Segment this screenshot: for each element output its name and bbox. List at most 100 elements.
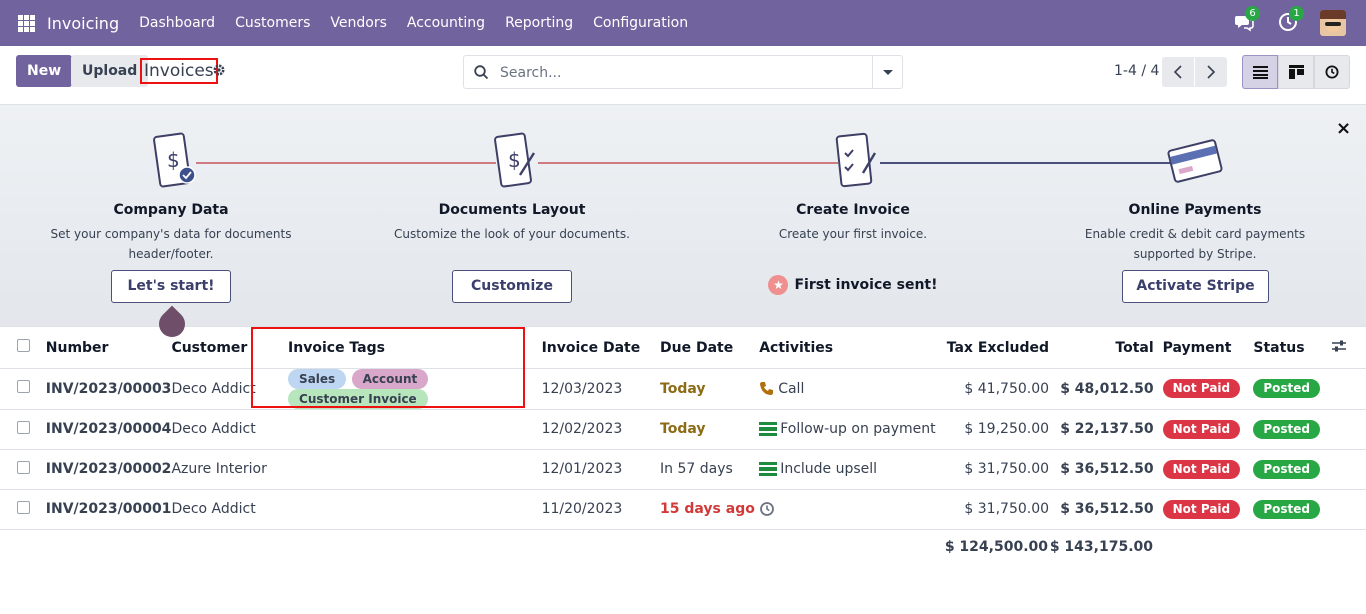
column-payment[interactable]: Payment [1153,328,1250,369]
status-badge: Posted [1253,419,1321,439]
column-tax-excluded[interactable]: Tax Excluded [937,328,1050,369]
optional-columns-toggle[interactable] [1331,328,1366,369]
caret-down-icon [883,70,893,75]
search-input[interactable] [500,62,870,84]
payment-status-badge: Not Paid [1162,499,1241,519]
payment-status-badge: Not Paid [1162,419,1241,439]
search-options-toggle[interactable] [872,56,902,88]
column-number[interactable]: Number [45,328,172,369]
menu-dashboard[interactable]: Dashboard [139,15,215,31]
table-header-row: Number Customer Invoice Tags Invoice Dat… [0,328,1366,369]
payment-status-badge: Not Paid [1162,459,1241,479]
activity[interactable]: Include upsell [759,449,938,490]
status-badge: Posted [1253,459,1321,479]
invoice-date: 12/01/2023 [541,449,661,490]
payment-status-badge: Not Paid [1162,379,1241,398]
step-description: Set your company's data for documents he… [21,224,321,264]
clock-icon[interactable] [759,501,775,517]
pager-next-button[interactable] [1195,57,1227,87]
menu-configuration[interactable]: Configuration [593,15,688,31]
pager-value[interactable]: 1-4 / 4 [1114,63,1159,79]
select-all-checkbox[interactable] [17,339,30,353]
invoice-customer: Azure Interior [171,449,274,490]
status-badge: Posted [1253,499,1321,519]
total: $ 22,137.50 [1049,409,1154,450]
activities-button[interactable]: 1 [1278,6,1304,34]
column-total[interactable]: Total [1049,328,1154,369]
kanban-view-button[interactable] [1278,55,1314,89]
step-description-line: Enable credit & debit card payments [1084,227,1306,241]
tag-sales: Sales [288,368,347,389]
money-icon [759,422,778,436]
row-checkbox[interactable] [17,460,30,474]
svg-text:$: $ [508,148,521,172]
list-view-button[interactable] [1242,55,1278,89]
step-title: Online Payments [1128,202,1262,218]
lets-start-button[interactable]: Let's start! [111,270,231,303]
step-title: Company Data [113,202,229,218]
tag-account: Account [351,368,429,389]
row-checkbox[interactable] [17,500,30,514]
gear-icon[interactable] [212,63,226,77]
table-row[interactable]: INV/2023/00002 Azure Interior 12/01/2023… [0,449,1366,490]
customize-button[interactable]: Customize [452,270,572,303]
column-customer[interactable]: Customer [171,328,274,369]
activity-view-button[interactable] [1314,55,1350,89]
chevron-right-icon [1207,65,1216,79]
svg-text:$: $ [167,148,180,172]
top-navbar: Invoicing Dashboard Customers Vendors Ac… [0,0,1366,46]
invoice-customer: Deco Addict [171,489,274,530]
menu-customers[interactable]: Customers [235,15,310,31]
status-badge: Posted [1253,379,1321,398]
due-date: In 57 days [660,449,760,490]
column-due-date[interactable]: Due Date [660,328,760,369]
column-invoice-tags[interactable]: Invoice Tags [273,328,542,369]
sum-total: $ 143,175.00 [1049,539,1153,555]
activity[interactable] [759,489,938,530]
menu-accounting[interactable]: Accounting [407,15,485,31]
activate-stripe-button[interactable]: Activate Stripe [1122,270,1269,303]
close-onboarding-icon[interactable]: × [1336,118,1351,139]
step-connector [880,162,1172,164]
activity[interactable]: Follow-up on payment [759,409,938,450]
column-status[interactable]: Status [1249,328,1332,369]
step-description-line: Set your company's data for documents [50,227,292,241]
upload-button[interactable]: Upload [71,55,149,87]
phone-icon [760,381,774,395]
app-title[interactable]: Invoicing [47,14,119,33]
menu-reporting[interactable]: Reporting [505,15,573,31]
step-description-line: supported by Stripe. [1133,247,1257,261]
step-connector [196,162,496,164]
due-date: Today [660,368,760,410]
activity[interactable]: Call [759,368,938,410]
invoice-number: INV/2023/00004 [45,409,172,450]
menu-vendors[interactable]: Vendors [330,15,386,31]
row-checkbox[interactable] [17,420,30,434]
due-date: Today [660,409,760,450]
money-icon [759,462,778,476]
invoice-number: INV/2023/00003 [45,368,172,410]
activities-count-badge: 1 [1289,6,1304,21]
pager-previous-button[interactable] [1162,57,1194,87]
invoice-tags: Sales Account Customer Invoice [273,368,542,410]
messages-button[interactable]: 6 [1234,6,1260,34]
invoice-tags [273,449,542,490]
new-button[interactable]: New [16,55,73,87]
user-avatar[interactable] [1320,10,1346,36]
row-checkbox[interactable] [17,380,30,393]
table-row[interactable]: INV/2023/00001 Deco Addict 11/20/2023 15… [0,489,1366,530]
table-row[interactable]: INV/2023/00004 Deco Addict 12/02/2023 To… [0,409,1366,450]
step-description-line: Customize the look of your documents. [394,227,630,241]
list-icon [1253,66,1268,79]
apps-menu-icon[interactable] [18,14,35,32]
tax-excluded: $ 19,250.00 [937,409,1050,450]
table-row[interactable]: INV/2023/00003 Deco Addict Sales Account… [0,368,1366,410]
column-activities[interactable]: Activities [759,328,938,369]
invoice-date: 12/02/2023 [541,409,661,450]
search-bar [463,55,903,89]
invoice-number: INV/2023/00001 [45,489,172,530]
search-icon [474,65,489,80]
total: $ 36,512.50 [1049,489,1154,530]
column-invoice-date[interactable]: Invoice Date [541,328,661,369]
invoice-tags [273,489,542,530]
